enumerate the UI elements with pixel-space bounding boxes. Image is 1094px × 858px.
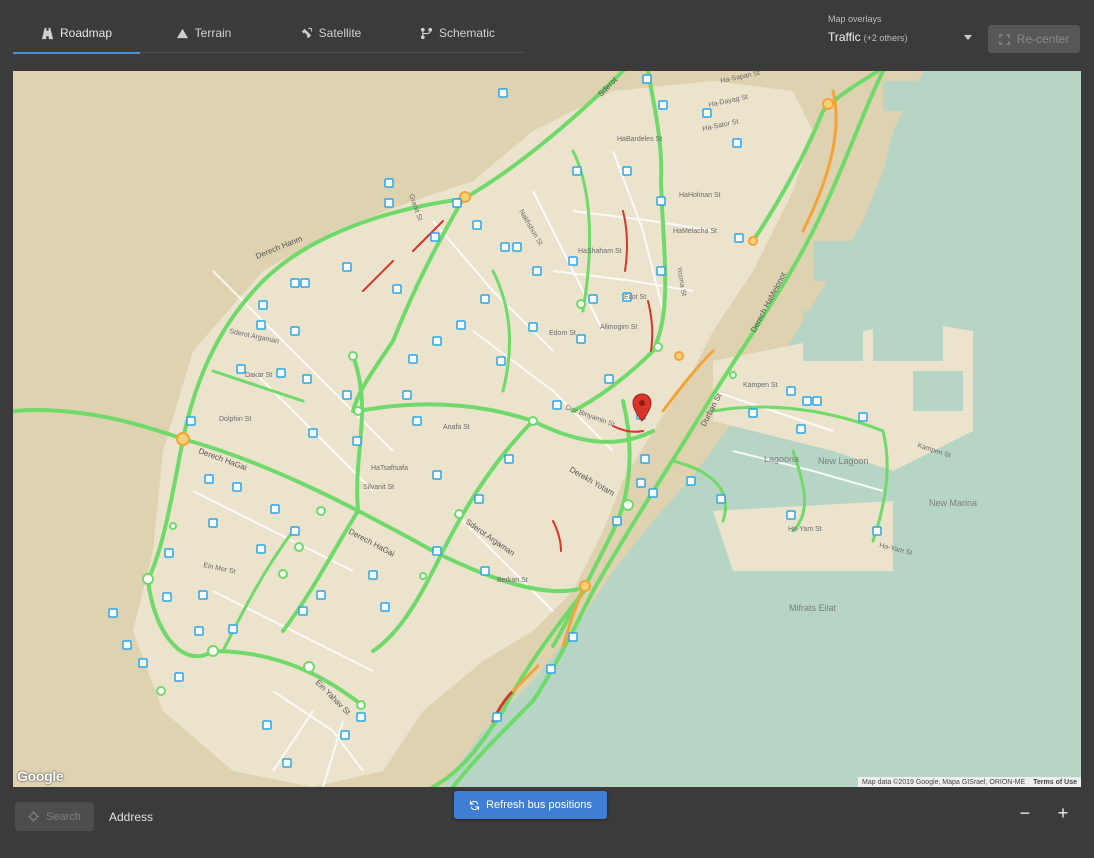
salt-pool <box>933 131 1023 191</box>
fullscreen-icon <box>998 33 1010 45</box>
tab-satellite[interactable]: Satellite <box>267 14 394 52</box>
map-label-habardeles: HaBardeles St <box>617 136 662 143</box>
salt-pool <box>873 231 933 271</box>
map-label-alimogim: Alimogim St <box>600 324 637 331</box>
map-label-mifrats: Mifrats Eilat <box>789 603 837 613</box>
map-canvas[interactable]: Lagoona New Lagoon New Marina Mifrats Ei… <box>13 71 1081 787</box>
salt-pool <box>913 371 963 411</box>
search-button[interactable]: Search <box>15 802 94 831</box>
app-window: Roadmap Terrain Satellite Schematic Map … <box>0 0 1094 858</box>
map-label-dakar: Dakar St <box>245 372 272 379</box>
refresh-button-label: Refresh bus positions <box>486 799 592 811</box>
tab-schematic[interactable]: Schematic <box>394 14 521 52</box>
map-label-new-marina: New Marina <box>929 498 977 508</box>
tab-satellite-label: Satellite <box>318 26 362 40</box>
search-button-label: Search <box>46 810 81 823</box>
map-overlays-extra: (+2 others) <box>863 33 908 43</box>
tab-roadmap[interactable]: Roadmap <box>13 14 140 54</box>
map-label-hashaham: HaShaham St <box>578 248 622 255</box>
map-label-ha-yam: Ha-Yam St <box>788 526 822 533</box>
map-label-hamelacha: HaMelacha St <box>673 228 717 235</box>
schematic-icon <box>420 27 433 39</box>
map-label-kampen: Kampen St <box>743 382 778 389</box>
salt-pool <box>803 311 863 361</box>
zoom-out-button[interactable]: − <box>1013 800 1037 826</box>
map-label-anafa: Anafa St <box>443 424 470 431</box>
location-pin-icon[interactable] <box>631 393 653 423</box>
refresh-bus-positions-button[interactable]: Refresh bus positions <box>454 791 607 819</box>
map-label-hatsaftsafa: HaTsaftsafa <box>371 465 408 472</box>
salt-pool <box>813 241 863 281</box>
google-logo: Google <box>17 768 64 784</box>
map-label-haholman: HaHolman St <box>679 192 721 199</box>
map-overlays-dropdown[interactable]: Map overlays Traffic (+2 others) <box>828 14 974 54</box>
mountain-icon <box>176 28 188 38</box>
map-label-lagoona: Lagoona <box>764 454 799 464</box>
chevron-down-icon <box>964 34 972 40</box>
tab-terrain-label: Terrain <box>194 26 232 40</box>
map-overlays-select[interactable]: Traffic (+2 others) <box>828 28 974 46</box>
map-label-berkan: Berkan St <box>497 577 528 584</box>
tab-roadmap-label: Roadmap <box>59 26 113 40</box>
crosshair-icon <box>28 811 40 822</box>
refresh-icon <box>470 800 480 810</box>
map-graphics: Lagoona New Lagoon New Marina Mifrats Ei… <box>13 71 1081 787</box>
tab-terrain[interactable]: Terrain <box>140 14 267 52</box>
map-label-ha-sapan: Ha-Sapan St <box>720 71 761 85</box>
zoom-in-button[interactable]: + <box>1051 800 1075 826</box>
address-input[interactable] <box>109 808 409 826</box>
map-label-new-lagoon: New Lagoon <box>818 456 869 466</box>
map-label-edom: Edom St <box>549 330 576 337</box>
map-overlays-label: Map overlays <box>828 14 882 24</box>
road-icon <box>41 27 54 39</box>
map-overlays-value: Traffic <box>828 30 861 44</box>
recenter-label: Re-center <box>1016 32 1070 46</box>
tab-schematic-label: Schematic <box>438 26 496 40</box>
map-label-dolphin: Dolphin St <box>219 416 251 423</box>
satellite-icon <box>301 27 312 38</box>
map-label-eilot: Eilot St <box>624 294 646 301</box>
salt-pool <box>883 81 963 111</box>
map-type-tabs: Roadmap Terrain Satellite Schematic <box>13 14 524 54</box>
recenter-button[interactable]: Re-center <box>988 25 1080 53</box>
map-attribution: Map data ©2019 Google, Mapa GISrael, ORI… <box>858 777 1081 787</box>
terms-of-use-link[interactable]: Terms of Use <box>1033 779 1077 786</box>
map-label-silvanit: Silvanit St <box>363 484 394 491</box>
map-attribution-text: Map data ©2019 Google, Mapa GISrael, ORI… <box>862 778 1026 786</box>
salt-pool <box>873 301 943 361</box>
